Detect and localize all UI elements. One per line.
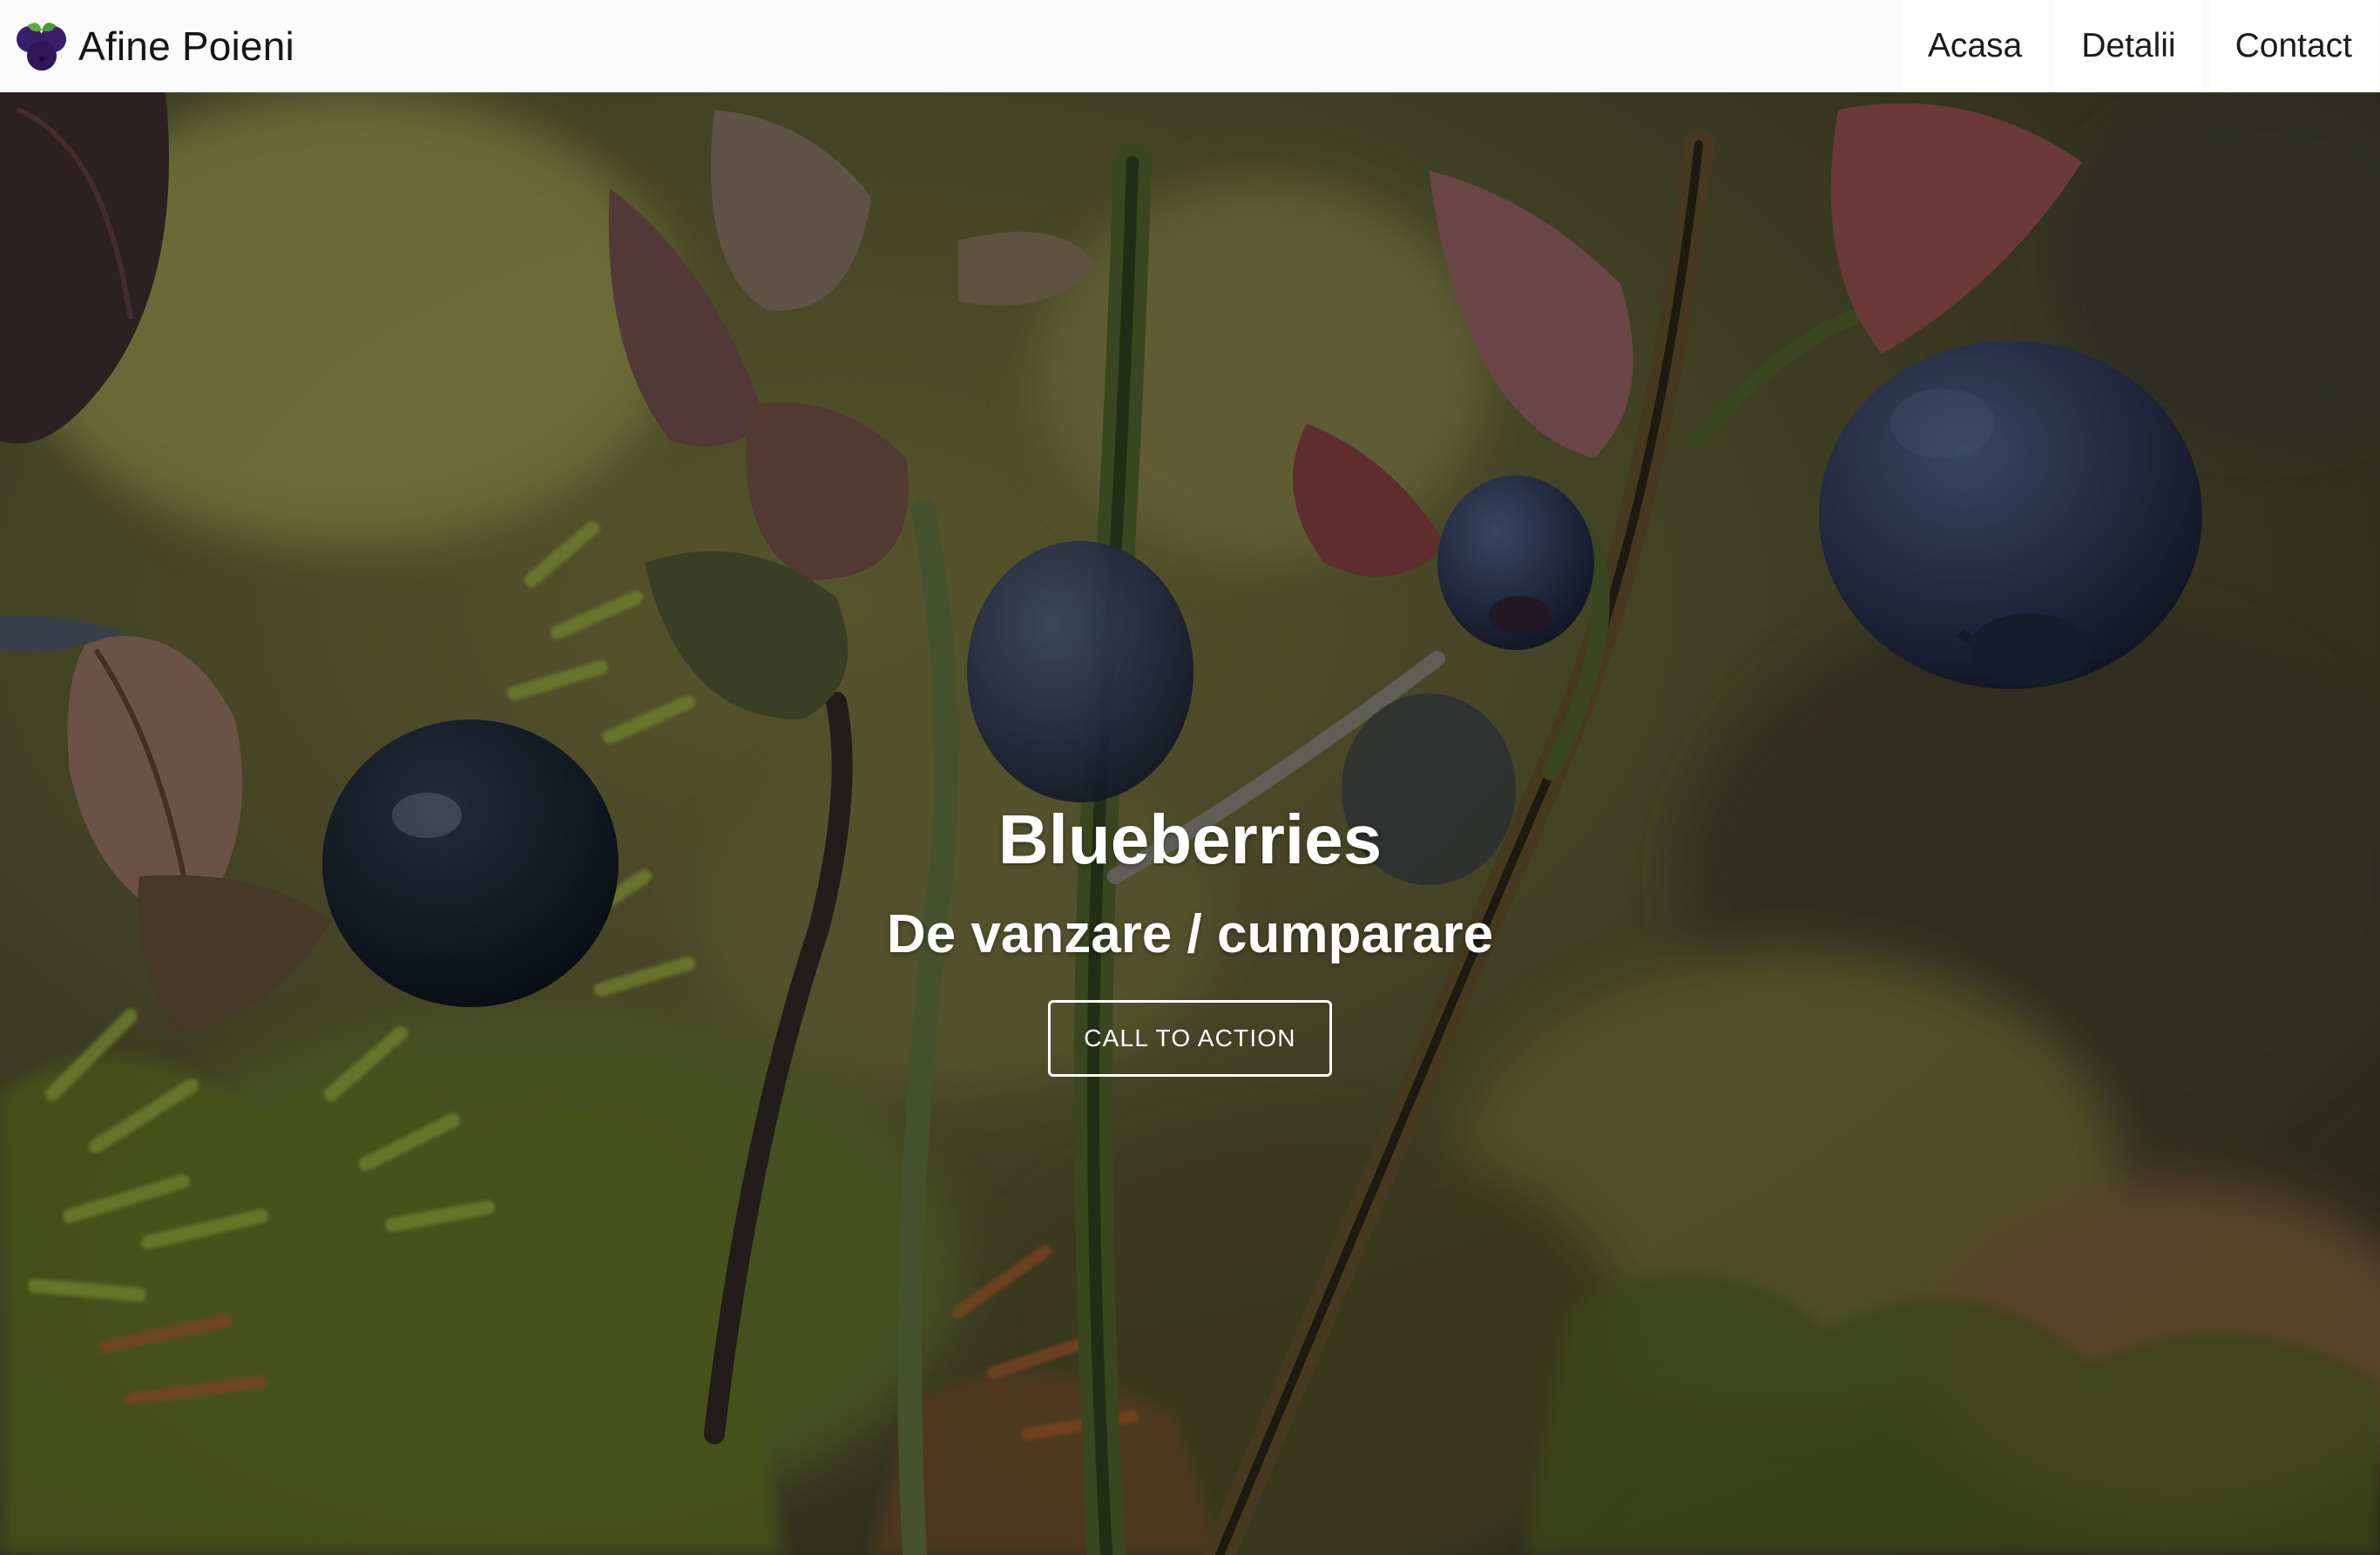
hero-subtitle: De vanzare / cumparare bbox=[886, 904, 1494, 964]
main-nav: Acasa Detalii Contact bbox=[1895, 0, 2378, 92]
blueberry-icon bbox=[17, 23, 66, 71]
nav-link-acasa[interactable]: Acasa bbox=[1901, 0, 2049, 92]
brand-home-link[interactable]: Afine Poieni bbox=[12, 17, 294, 76]
hero-title: Blueberries bbox=[997, 801, 1383, 878]
brand-name: Afine Poieni bbox=[78, 24, 294, 69]
hero-content: Blueberries De vanzare / cumparare CALL … bbox=[0, 798, 2380, 1077]
nav-link-contact[interactable]: Contact bbox=[2208, 0, 2378, 92]
hero-section: Blueberries De vanzare / cumparare CALL … bbox=[0, 92, 2380, 1555]
nav-link-detalii[interactable]: Detalii bbox=[2055, 0, 2202, 92]
call-to-action-button[interactable]: CALL TO ACTION bbox=[1048, 1000, 1332, 1077]
navbar: Afine Poieni Acasa Detalii Contact bbox=[0, 0, 2380, 92]
